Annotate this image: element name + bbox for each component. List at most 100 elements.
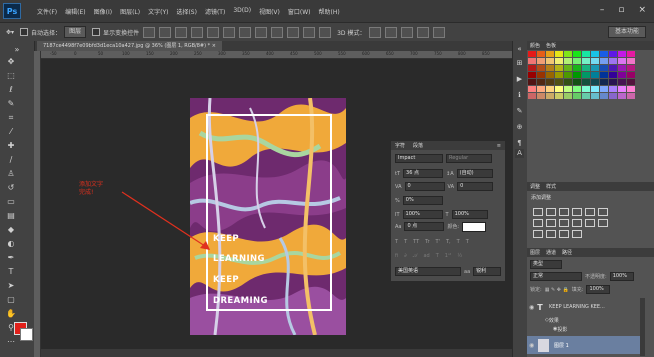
path-select-tool-icon[interactable]: ➤: [6, 281, 16, 291]
swatch-chip[interactable]: [546, 79, 554, 85]
horizontal-scale-field[interactable]: 100%: [451, 210, 488, 219]
swatch-chip[interactable]: [600, 93, 608, 99]
tab-paths[interactable]: 路径: [562, 249, 572, 256]
menu-filter[interactable]: 滤镜(T): [205, 7, 225, 16]
fill-field[interactable]: 100%: [586, 285, 611, 294]
hand-tool-icon[interactable]: ✋: [6, 309, 16, 319]
swatch-chip[interactable]: [546, 93, 554, 99]
ordinal-icon[interactable]: 1ˢᵗ: [445, 253, 452, 259]
swatch-chip[interactable]: [555, 86, 563, 92]
swatch-chip[interactable]: [537, 72, 545, 78]
swatch-chip[interactable]: [627, 72, 635, 78]
invert-icon[interactable]: [533, 230, 543, 238]
distribute-left-icon[interactable]: [287, 26, 300, 38]
tab-swatches[interactable]: 色板: [546, 42, 556, 49]
swatch-chip[interactable]: [528, 72, 536, 78]
clone-source-icon[interactable]: ⊕: [515, 123, 524, 132]
swatch-chip[interactable]: [591, 51, 599, 57]
move-tool-icon[interactable]: ✥: [6, 57, 16, 67]
swatch-chip[interactable]: [627, 79, 635, 85]
swatch-chip[interactable]: [573, 79, 581, 85]
swatch-chip[interactable]: [591, 79, 599, 85]
more-tools-icon[interactable]: ⋯: [6, 337, 16, 347]
gradient-map-icon[interactable]: [598, 208, 608, 216]
swatch-chip[interactable]: [600, 79, 608, 85]
strikethrough-button[interactable]: T: [466, 239, 469, 245]
swatch-chip[interactable]: [582, 86, 590, 92]
swatch-chip[interactable]: [582, 65, 590, 71]
document-tab[interactable]: 7187ce4498f7e09bfd3d1eca10a427.jpg @ 36%…: [37, 41, 222, 51]
swatch-chip[interactable]: [609, 58, 617, 64]
3d-scale-icon[interactable]: [433, 26, 446, 38]
swatch-chip[interactable]: [537, 51, 545, 57]
layer-row-effects[interactable]: ◇ 效果: [545, 316, 654, 324]
eraser-tool-icon[interactable]: ▭: [6, 197, 16, 207]
menu-image[interactable]: 图像(I): [94, 7, 112, 16]
text-color-swatch[interactable]: [462, 221, 487, 232]
vibrance-icon[interactable]: [585, 208, 595, 216]
swatch-chip[interactable]: [609, 65, 617, 71]
menu-layer[interactable]: 图层(L): [120, 7, 140, 16]
swatch-chip[interactable]: [564, 58, 572, 64]
swatch-chip[interactable]: [591, 93, 599, 99]
swatch-chip[interactable]: [627, 58, 635, 64]
distribute-bottom-icon[interactable]: [271, 26, 284, 38]
swatch-chip[interactable]: [609, 51, 617, 57]
threshold-icon[interactable]: [559, 230, 569, 238]
menu-window[interactable]: 窗口(W): [288, 7, 311, 16]
swatch-chip[interactable]: [600, 51, 608, 57]
type-tool-icon[interactable]: T: [6, 267, 16, 277]
dodge-tool-icon[interactable]: ◐: [6, 239, 16, 249]
healing-brush-tool-icon[interactable]: ✚: [6, 141, 16, 151]
swash-icon[interactable]: 𝒜: [413, 253, 418, 259]
swatch-chip[interactable]: [627, 93, 635, 99]
show-transform-checkbox[interactable]: [92, 28, 101, 36]
menu-3d[interactable]: 3D(D): [233, 7, 251, 16]
stylistic-icon[interactable]: ad: [423, 253, 429, 259]
swatch-chip[interactable]: [573, 93, 581, 99]
3d-pan-icon[interactable]: [401, 26, 414, 38]
properties-icon[interactable]: ℹ: [515, 91, 524, 100]
align-middle-icon[interactable]: [159, 26, 172, 38]
tab-channels[interactable]: 通道: [546, 249, 556, 256]
swatch-chip[interactable]: [618, 58, 626, 64]
font-style-select[interactable]: Regular: [446, 154, 492, 163]
swatch-chip[interactable]: [555, 65, 563, 71]
3d-slide-icon[interactable]: [417, 26, 430, 38]
auto-select-checkbox[interactable]: [20, 28, 29, 36]
swatch-chip[interactable]: [546, 72, 554, 78]
swatch-chip[interactable]: [564, 65, 572, 71]
swatch-chip[interactable]: [600, 86, 608, 92]
faux-bold-button[interactable]: T: [395, 239, 398, 245]
menu-view[interactable]: 视图(V): [259, 7, 280, 16]
swatch-chip[interactable]: [609, 93, 617, 99]
align-bottom-icon[interactable]: [175, 26, 188, 38]
eyedropper-tool-icon[interactable]: ⁄: [6, 127, 16, 137]
curves-icon[interactable]: [559, 208, 569, 216]
font-size-field[interactable]: 36 点: [403, 169, 444, 178]
menu-edit[interactable]: 编辑(E): [65, 7, 85, 16]
align-right-icon[interactable]: [223, 26, 236, 38]
swatch-chip[interactable]: [528, 51, 536, 57]
swatch-chip[interactable]: [555, 72, 563, 78]
layer-row-drop-shadow[interactable]: ◉ 投影: [553, 325, 654, 333]
3d-rotate-icon[interactable]: [369, 26, 382, 38]
fraction-icon[interactable]: ½: [457, 253, 462, 259]
swatch-chip[interactable]: [555, 58, 563, 64]
menu-file[interactable]: 文件(F): [37, 7, 57, 16]
posterize-icon[interactable]: [546, 230, 556, 238]
lock-icons[interactable]: ▦ ✎ ✥ 🔒: [545, 287, 569, 293]
swatch-chip[interactable]: [537, 58, 545, 64]
exposure-icon[interactable]: [572, 208, 582, 216]
swatch-chip[interactable]: [591, 65, 599, 71]
swatch-chip[interactable]: [573, 65, 581, 71]
font-family-select[interactable]: Impact: [395, 154, 443, 163]
actions-icon[interactable]: ▶: [515, 75, 524, 84]
swatch-chip[interactable]: [528, 58, 536, 64]
layer-filter-select[interactable]: 类型: [530, 260, 562, 269]
photo-filter-icon[interactable]: [572, 219, 582, 227]
swatch-chip[interactable]: [555, 93, 563, 99]
swatch-chip[interactable]: [609, 86, 617, 92]
swatch-chip[interactable]: [627, 51, 635, 57]
tab-paragraph[interactable]: 段落: [409, 142, 427, 149]
